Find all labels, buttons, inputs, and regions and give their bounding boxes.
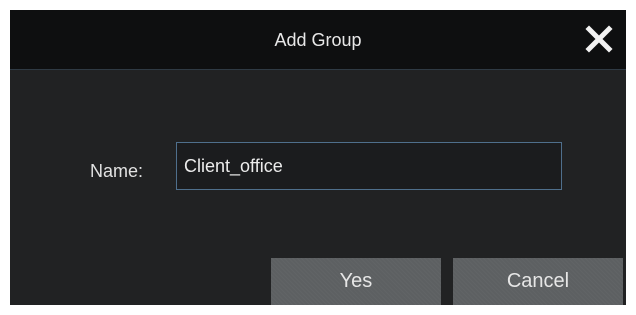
add-group-dialog: Add Group Name: Yes Cancel — [10, 10, 626, 305]
dialog-title: Add Group — [274, 30, 362, 50]
dialog-titlebar: Add Group — [10, 10, 626, 70]
close-button[interactable] — [584, 24, 614, 54]
yes-button[interactable]: Yes — [271, 258, 441, 305]
name-label: Name: — [90, 161, 144, 181]
name-input[interactable] — [176, 142, 562, 190]
close-icon — [585, 25, 613, 53]
cancel-button[interactable]: Cancel — [453, 258, 623, 305]
